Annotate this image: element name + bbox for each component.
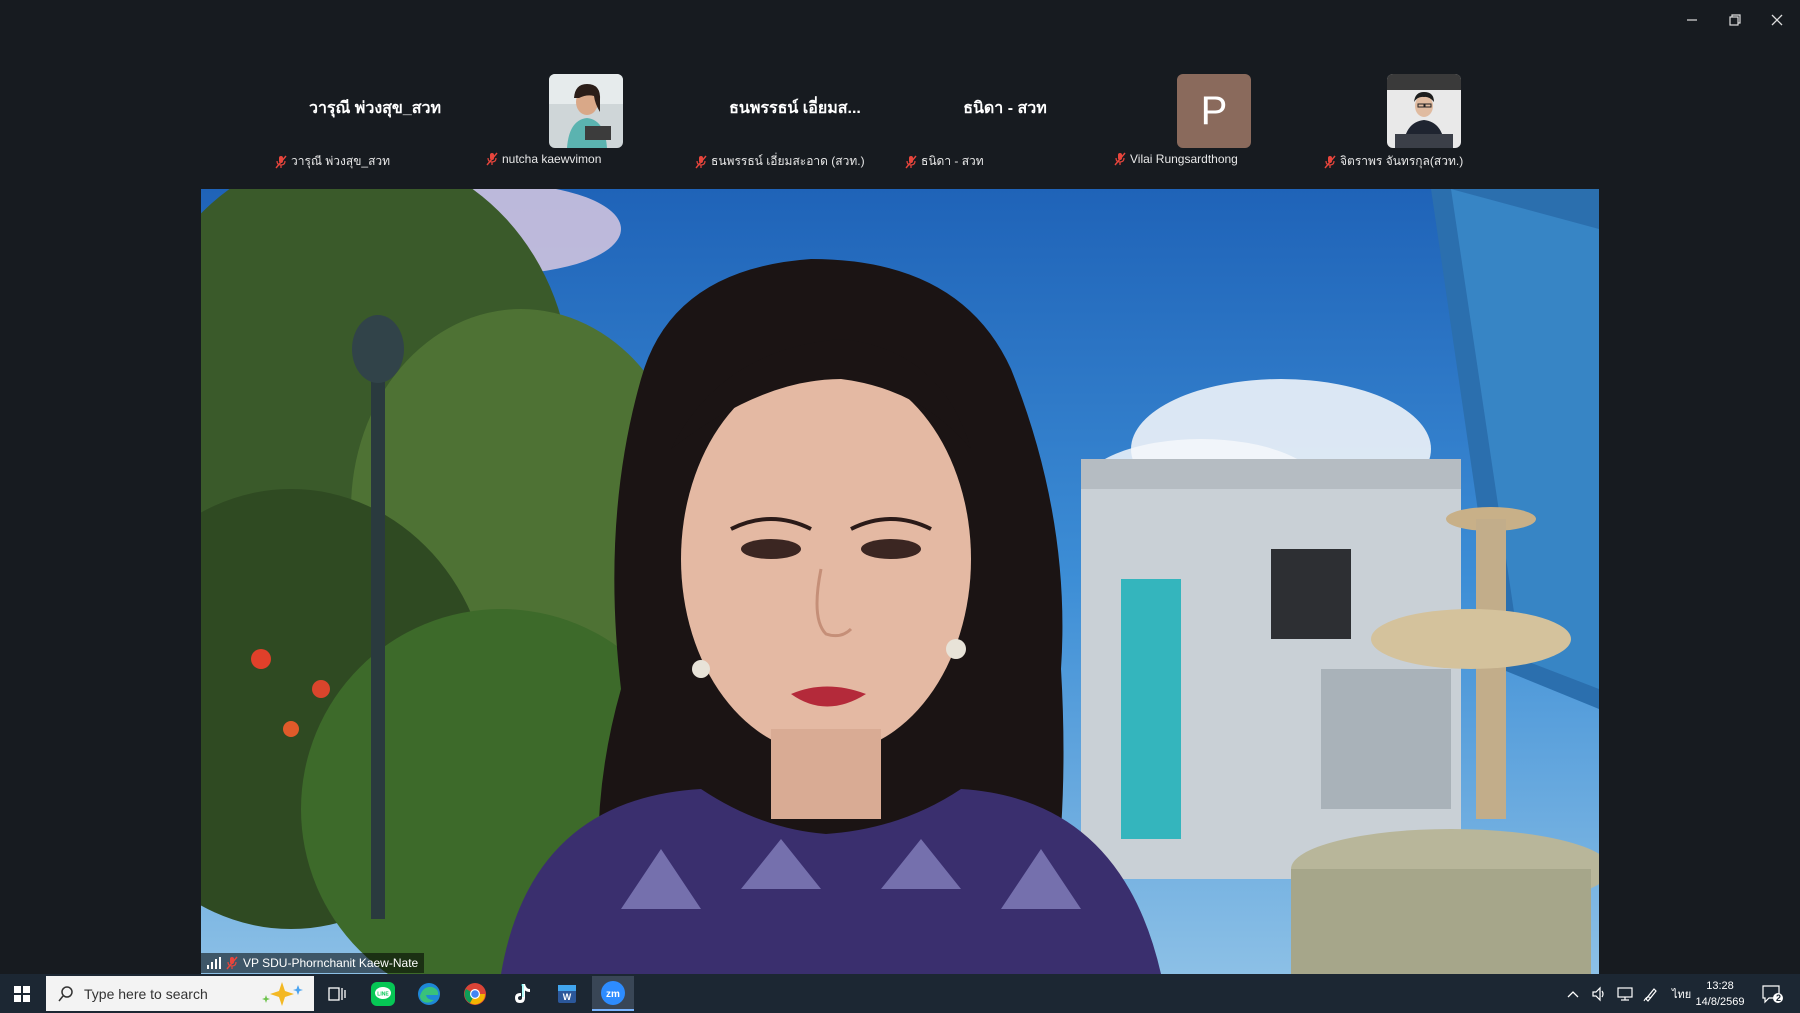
participant-tile[interactable]: จิตราพร จันทรกุล(สวท.): [1324, 74, 1524, 172]
windows-start-icon[interactable]: [0, 974, 44, 1013]
taskbar: Type here to search LINE W zm ไทย 13:28 …: [0, 974, 1800, 1013]
speaker-video-frame: [201, 189, 1599, 974]
pen-icon[interactable]: [1643, 986, 1659, 1002]
participant-tile[interactable]: วารุณี พ่วงสุข_สวท วารุณี พ่วงสุข_สวท: [275, 74, 475, 172]
search-highlights-icon: [262, 981, 303, 1006]
active-speaker-video[interactable]: [201, 189, 1599, 974]
restore-icon[interactable]: [1720, 8, 1750, 32]
word-icon[interactable]: W: [546, 976, 588, 1011]
participant-name: ธนิดา - สวท: [921, 154, 984, 168]
participant-strip: วารุณี พ่วงสุข_สวท วารุณี พ่วงสุข_สวท nu…: [0, 70, 1800, 170]
participant-name: nutcha kaewvimon: [502, 152, 602, 166]
participant-tile[interactable]: nutcha kaewvimon: [486, 74, 686, 172]
clock[interactable]: 13:28 14/8/2569: [1690, 978, 1750, 1010]
participant-name: Vilai Rungsardthong: [1130, 152, 1238, 166]
zoom-icon[interactable]: zm: [592, 976, 634, 1011]
muted-mic-icon: [486, 152, 498, 166]
participant-label: วารุณี พ่วงสุข_สวท: [275, 152, 390, 171]
svg-text:zm: zm: [606, 989, 620, 1000]
edge-icon[interactable]: [408, 976, 450, 1011]
participant-label: จิตราพร จันทรกุล(สวท.): [1324, 152, 1463, 171]
participant-tile[interactable]: ธนิดา - สวท ธนิดา - สวท: [905, 74, 1105, 172]
participant-name: วารุณี พ่วงสุข_สวท: [291, 154, 391, 168]
line-app-icon[interactable]: LINE: [362, 976, 404, 1011]
search-icon: [58, 985, 73, 1001]
participant-label: ธนิดา - สวท: [905, 152, 984, 171]
muted-mic-icon: [905, 155, 917, 168]
participant-display-name: ธนิดา - สวท: [963, 100, 1047, 117]
notification-center-icon[interactable]: 2: [1752, 976, 1792, 1011]
svg-text:W: W: [563, 992, 572, 1002]
participant-label: nutcha kaewvimon: [486, 152, 601, 166]
speaker-name-chip: VP SDU-Phornchanit Kaew-Nate: [201, 953, 425, 973]
taskbar-search-box[interactable]: Type here to search: [46, 976, 314, 1011]
participant-name: ธนพรรธน์ เอี่ยมสะอาด (สวท.): [711, 154, 865, 168]
muted-mic-icon: [1114, 152, 1126, 166]
muted-mic-icon: [1324, 155, 1336, 168]
task-view-icon[interactable]: [316, 976, 358, 1011]
muted-mic-icon: [695, 155, 707, 168]
close-icon[interactable]: [1762, 8, 1792, 32]
search-placeholder: Type here to search: [84, 985, 208, 1002]
muted-mic-icon: [226, 956, 238, 970]
participant-tile[interactable]: ธนพรรธน์ เอี่ยมส... ธนพรรธน์ เอี่ยมสะอาด…: [695, 74, 895, 172]
participant-video-thumbnail: [549, 74, 623, 148]
participant-label: Vilai Rungsardthong: [1114, 152, 1238, 166]
participant-name: จิตราพร จันทรกุล(สวท.): [1340, 154, 1464, 168]
notification-count: 2: [1776, 993, 1782, 1003]
clock-time: 13:28: [1706, 980, 1734, 992]
volume-icon[interactable]: [1591, 986, 1607, 1002]
muted-mic-icon: [275, 155, 287, 168]
participant-label: ธนพรรธน์ เอี่ยมสะอาด (สวท.): [695, 152, 865, 171]
network-icon[interactable]: [1617, 986, 1633, 1002]
svg-text:LINE: LINE: [377, 991, 389, 997]
speaker-name: VP SDU-Phornchanit Kaew-Nate: [243, 956, 419, 970]
participant-video-thumbnail: [1387, 74, 1461, 148]
participant-tile[interactable]: P Vilai Rungsardthong: [1114, 74, 1314, 172]
minimize-icon[interactable]: [1677, 8, 1707, 32]
system-tray: ไทย: [1560, 974, 1699, 1013]
clock-date: 14/8/2569: [1695, 996, 1745, 1008]
tiktok-icon[interactable]: [500, 976, 542, 1011]
chevron-up-icon[interactable]: [1566, 989, 1580, 999]
language-indicator[interactable]: ไทย: [1672, 985, 1691, 1003]
signal-strength-icon: [207, 957, 221, 969]
participant-display-name: ธนพรรธน์ เอี่ยมส...: [729, 100, 861, 117]
avatar: P: [1177, 74, 1251, 148]
title-bar: [0, 0, 1800, 40]
chrome-icon[interactable]: [454, 976, 496, 1011]
participant-display-name: วารุณี พ่วงสุข_สวท: [308, 100, 442, 117]
